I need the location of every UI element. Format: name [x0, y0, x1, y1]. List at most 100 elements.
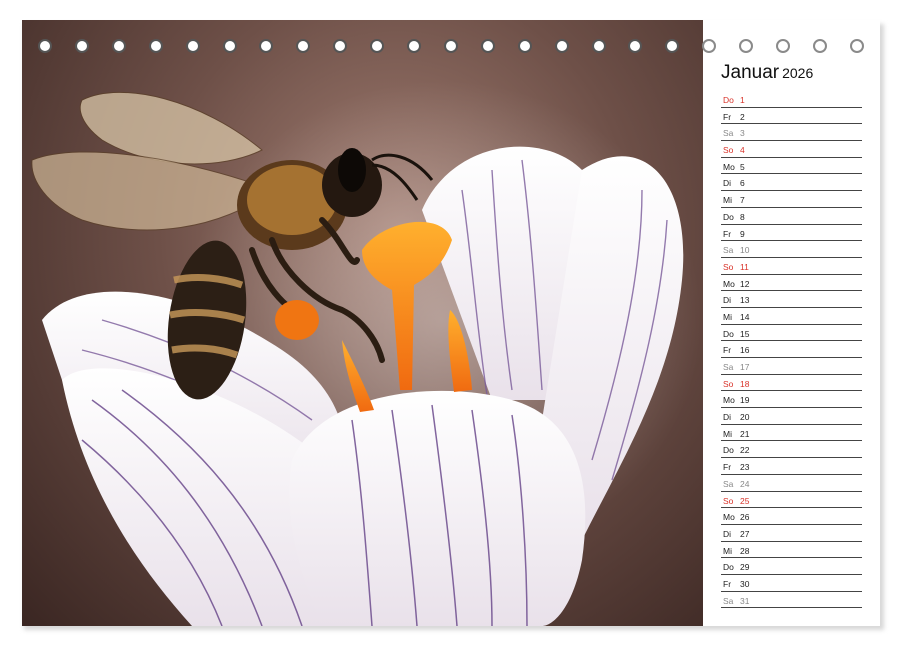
binding-hole [443, 39, 458, 53]
weekday-label: Mi [723, 428, 732, 439]
day-row: Fr 23 [721, 458, 862, 475]
binding-hole [517, 39, 532, 53]
weekday-label: Do [723, 562, 734, 573]
day-row: Sa 10 [721, 241, 862, 258]
bee-on-crocus-illustration [22, 20, 703, 626]
weekday-label: Sa [723, 595, 734, 606]
day-row: Sa 31 [721, 592, 862, 609]
weekday-label: Sa [723, 245, 734, 256]
day-number: 29 [740, 562, 750, 573]
day-row: Fr 16 [721, 341, 862, 358]
day-row: Do 22 [721, 441, 862, 459]
weekday-label: Fr [723, 228, 732, 239]
weekday-label: Fr [723, 111, 732, 122]
weekday-label: Fr [723, 578, 732, 589]
binding-hole [74, 39, 89, 53]
day-number: 5 [740, 161, 745, 172]
weekday-label: Do [723, 328, 734, 339]
binding-hole [407, 39, 421, 53]
weekday-label: Fr [723, 345, 732, 356]
weekday-label: Mi [723, 195, 732, 206]
crocus-bee-artwork [31, 80, 702, 626]
day-number: 3 [740, 128, 745, 139]
day-number: 25 [740, 495, 750, 506]
day-number: 1 [740, 95, 745, 105]
binding-hole [739, 39, 754, 53]
day-row: Mo 5 [721, 158, 862, 175]
day-row: Fr 2 [721, 108, 862, 125]
day-number: 8 [740, 211, 745, 222]
weekday-label: Mo [723, 278, 735, 289]
binding-hole [259, 39, 274, 53]
weekday-label: So [723, 495, 734, 506]
day-number: 13 [740, 295, 750, 306]
weekday-label: Sa [723, 478, 734, 489]
binding-hole [776, 39, 790, 53]
weekday-label: Do [723, 445, 734, 456]
binding-hole [296, 39, 311, 53]
binding-hole [849, 39, 864, 53]
day-number: 24 [740, 478, 750, 489]
day-row: Di 13 [721, 291, 862, 308]
day-number: 22 [740, 445, 750, 456]
day-row: So 4 [721, 141, 862, 158]
day-number: 23 [740, 462, 750, 473]
weekday-label: Mo [723, 512, 735, 523]
day-number: 26 [740, 512, 750, 523]
weekday-label: Di [723, 178, 732, 189]
weekday-label: So [723, 261, 734, 272]
day-number: 30 [740, 578, 750, 589]
binding-hole [554, 39, 569, 53]
day-number: 11 [740, 261, 749, 272]
day-row: Mi 28 [721, 542, 862, 559]
day-row: Mi 21 [721, 425, 862, 442]
day-row: Di 27 [721, 525, 862, 542]
binding-hole [222, 39, 237, 53]
day-row: Do 1 [721, 91, 862, 108]
day-row: So 11 [721, 258, 862, 275]
weekday-label: Sa [723, 362, 734, 372]
day-number: 9 [740, 228, 745, 239]
day-row: Mi 7 [721, 191, 862, 208]
calendar-sidebar: Januar 2026 Do 1 Fr 2 Sa 3 So 4 Mo 5 Di 6 Mi 7 Do 8 Fr 9 Sa… [703, 20, 880, 626]
day-list: Do 1 Fr 2 Sa 3 So 4 Mo 5 Di 6 Mi 7 Do 8 Fr 9 Sa 10 So 11 Mo 12 D… [721, 91, 862, 609]
binding-hole [185, 39, 200, 53]
day-number: 2 [740, 111, 745, 122]
day-number: 18 [740, 378, 750, 389]
binding-hole [591, 39, 606, 53]
weekday-label: Do [723, 211, 734, 222]
day-number: 12 [740, 278, 750, 289]
day-number: 15 [740, 328, 750, 339]
weekday-label: Di [723, 295, 732, 306]
weekday-label: Sa [723, 128, 734, 139]
binding-hole [812, 39, 827, 53]
day-number: 27 [740, 528, 750, 539]
day-number: 17 [740, 362, 750, 372]
binding-hole [480, 39, 495, 53]
weekday-label: So [723, 145, 734, 156]
day-number: 16 [740, 345, 750, 356]
day-row: Fr 9 [721, 225, 862, 242]
binding-hole [333, 39, 348, 53]
day-row: Do 29 [721, 558, 862, 575]
binding-hole [628, 39, 643, 53]
day-row: Mo 19 [721, 391, 862, 409]
calendar-page: Januar 2026 Do 1 Fr 2 Sa 3 So 4 Mo 5 Di 6 Mi 7 Do 8 Fr 9 Sa… [22, 20, 880, 626]
weekday-label: Di [723, 528, 732, 539]
weekday-label: Mi [723, 545, 732, 556]
binding-hole [111, 39, 126, 53]
day-number: 4 [740, 145, 745, 156]
day-row: Mo 26 [721, 508, 862, 525]
binding-hole [665, 39, 680, 53]
binding-hole [38, 39, 52, 53]
day-row: Mo 12 [721, 275, 862, 292]
binding-hole [702, 39, 717, 53]
weekday-label: Di [723, 412, 732, 423]
weekday-label: Fr [723, 462, 732, 473]
day-number: 31 [740, 595, 750, 606]
day-number: 6 [740, 178, 745, 189]
day-number: 21 [740, 428, 750, 439]
spiral-binding-holes [22, 20, 880, 70]
weekday-label: So [723, 378, 734, 389]
day-row: Fr 30 [721, 575, 862, 592]
